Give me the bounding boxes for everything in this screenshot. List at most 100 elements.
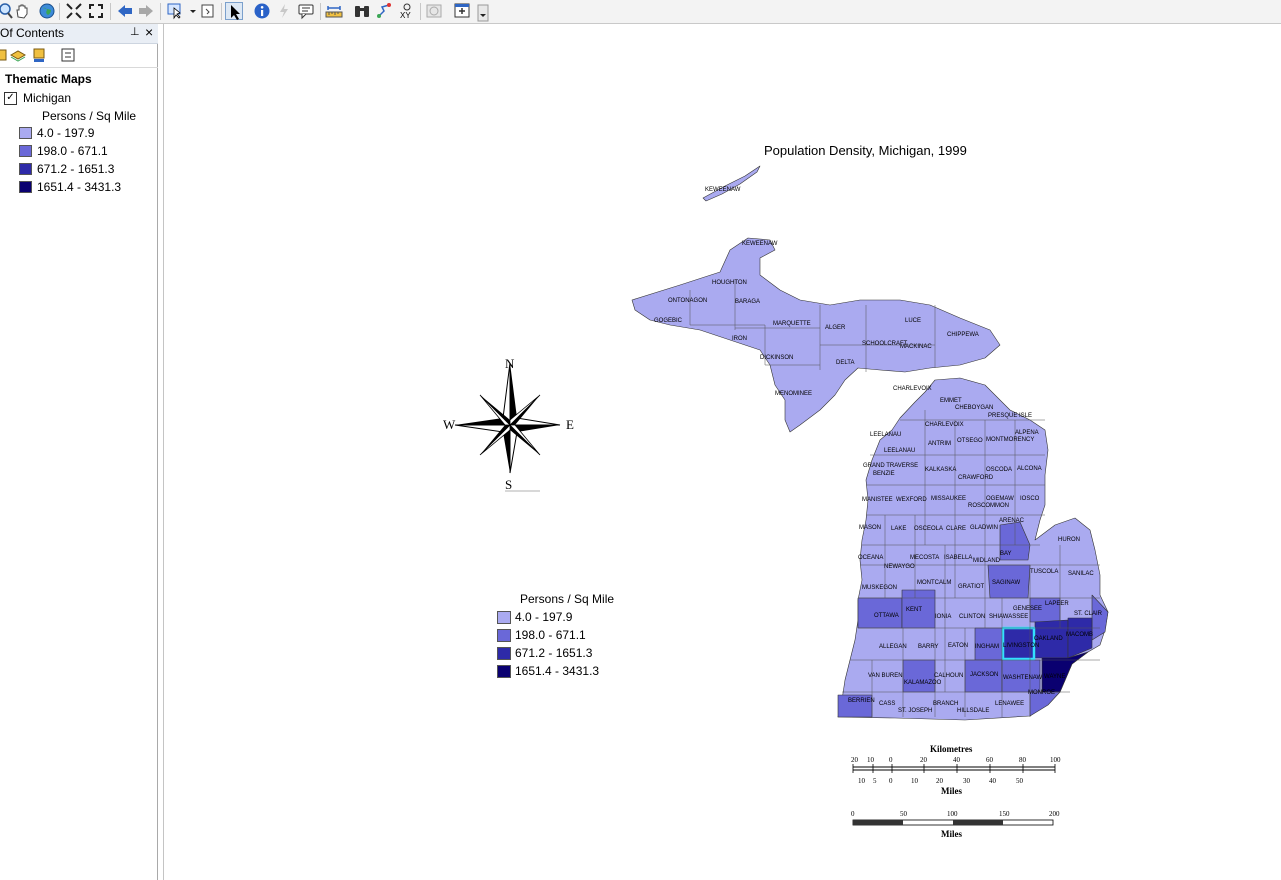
scale-tick: 80 [1019, 756, 1026, 764]
county-label: CHEBOYGAN [955, 405, 993, 411]
county-label: CHIPPEWA [947, 332, 979, 338]
west-label: W [443, 417, 456, 432]
county-label: EATON [948, 643, 968, 649]
county-label: VAN BUREN [868, 673, 903, 679]
identify-icon[interactable] [253, 2, 271, 20]
county-label: ALLEGAN [879, 644, 907, 650]
county-label: LIVINGSTON [1003, 643, 1039, 649]
map-title[interactable]: Population Density, Michigan, 1999 [764, 143, 967, 158]
county-label: ANTRIM [928, 441, 951, 447]
county-label: MONROE [1028, 690, 1055, 696]
toolbar-overflow-icon[interactable] [474, 4, 489, 22]
county-label: TUSCOLA [1030, 569, 1058, 575]
county-label: HOUGHTON [712, 280, 747, 286]
legend-swatch [497, 665, 511, 678]
county-label: CRAWFORD [958, 475, 994, 481]
table-of-contents-panel: Of Contents ⊥ × Thematic Maps ✓ Michigan… [0, 24, 158, 880]
map-legend[interactable]: Persons / Sq Mile 4.0 - 197.9 198.0 - 67… [497, 590, 637, 690]
layer-name[interactable]: Michigan [23, 91, 71, 105]
scale-tick: 150 [999, 810, 1010, 818]
scale-tick: 5 [873, 777, 877, 785]
scale-tick: 100 [1050, 756, 1061, 764]
county-label: CLINTON [959, 614, 985, 620]
north-label: N [505, 356, 515, 371]
list-by-drawing-order-icon[interactable] [0, 47, 10, 63]
county-label: LEELANAU [884, 448, 915, 454]
wayne-county-shape[interactable] [1041, 651, 1089, 693]
time-slider-icon[interactable] [425, 2, 443, 20]
back-icon[interactable] [116, 2, 134, 20]
county-label: MENOMINEE [775, 391, 812, 397]
forward-icon[interactable] [137, 2, 155, 20]
county-label: PRESQUE ISLE [988, 413, 1032, 419]
legend-swatch [497, 611, 511, 624]
scale-tick: 40 [989, 777, 996, 785]
class-swatch[interactable] [19, 163, 32, 175]
county-label: OGEMAW [986, 496, 1014, 502]
county-label: GENESEE [1013, 606, 1042, 612]
pin-icon[interactable]: ⊥ [130, 25, 140, 38]
county-label: ST. CLAIR [1074, 611, 1103, 617]
clear-selection-icon[interactable] [199, 2, 217, 20]
county-label: IONIA [935, 614, 951, 620]
county-label: LEELANAU [870, 432, 901, 438]
isle-royale-shape[interactable] [702, 165, 761, 202]
select-dropdown-icon[interactable] [184, 2, 196, 20]
county-label: ST. JOSEPH [898, 708, 932, 714]
county-label: MACOMB [1066, 632, 1093, 638]
scale-tick: 0 [851, 810, 855, 818]
select-arrow-icon[interactable] [225, 2, 243, 20]
find-icon[interactable] [353, 2, 371, 20]
class-swatch[interactable] [19, 145, 32, 157]
michigan-county-map[interactable]: KEWEENAW KEWEENAW HOUGHTON ONTONAGON BAR… [625, 160, 1115, 725]
county-label: BRANCH [933, 701, 958, 707]
list-by-source-icon[interactable] [9, 47, 27, 63]
county-label: CHARLEVOIX [925, 422, 964, 428]
hyperlink-icon[interactable] [275, 2, 293, 20]
county-label: KEWEENAW [705, 187, 741, 193]
layer-visibility-checkbox[interactable]: ✓ [4, 92, 17, 105]
go-to-xy-icon[interactable]: XY [398, 2, 416, 20]
county-label: DICKINSON [760, 355, 793, 361]
options-icon[interactable] [60, 47, 76, 63]
scale-tick: 0 [889, 777, 893, 785]
zoom-icon[interactable] [0, 2, 14, 20]
county-label: SAGINAW [992, 580, 1020, 586]
class-swatch[interactable] [19, 181, 32, 193]
county-label: INGHAM [975, 644, 999, 650]
full-extent-icon[interactable] [65, 2, 83, 20]
county-label: LUCE [905, 318, 921, 324]
scale-tick: 10 [867, 756, 874, 764]
county-label: BAY [1000, 551, 1012, 557]
county-label: BARRY [918, 644, 939, 650]
list-by-visibility-icon[interactable] [31, 47, 47, 63]
legend-label: 671.2 - 1651.3 [515, 646, 593, 660]
kalamazoo-county-shape[interactable] [902, 659, 936, 693]
viewer-icon[interactable] [453, 2, 471, 20]
county-label: KEWEENAW [742, 241, 778, 247]
class-label: 671.2 - 1651.3 [37, 162, 115, 176]
scale-miles-title: Miles [941, 786, 962, 796]
county-label: BERRIEN [848, 698, 875, 704]
county-label: GRAND TRAVERSE [863, 463, 918, 469]
scale-bars[interactable]: Kilometres 20 10 0 20 40 60 80 100 10 5 … [845, 742, 1075, 842]
find-route-icon[interactable] [376, 2, 394, 20]
measure-icon[interactable] [325, 2, 343, 20]
county-label: CASS [879, 701, 895, 707]
class-swatch[interactable] [19, 127, 32, 139]
county-label: OTSEGO [957, 438, 983, 444]
county-label: BARAGA [735, 299, 760, 305]
north-arrow[interactable]: N S E W [440, 355, 590, 495]
select-features-icon[interactable] [166, 2, 184, 20]
county-label: HILLSDALE [957, 708, 989, 714]
county-label: LENAWEE [995, 701, 1024, 707]
html-popup-icon[interactable] [297, 2, 315, 20]
close-icon[interactable]: × [145, 24, 153, 40]
pan-icon[interactable] [13, 2, 31, 20]
globe-icon[interactable] [38, 2, 56, 20]
legend-swatch [497, 647, 511, 660]
toc-group-name[interactable]: Thematic Maps [5, 72, 92, 86]
county-label: DELTA [836, 360, 854, 366]
fixed-zoom-icon[interactable] [87, 2, 105, 20]
county-label: MARQUETTE [773, 321, 811, 327]
